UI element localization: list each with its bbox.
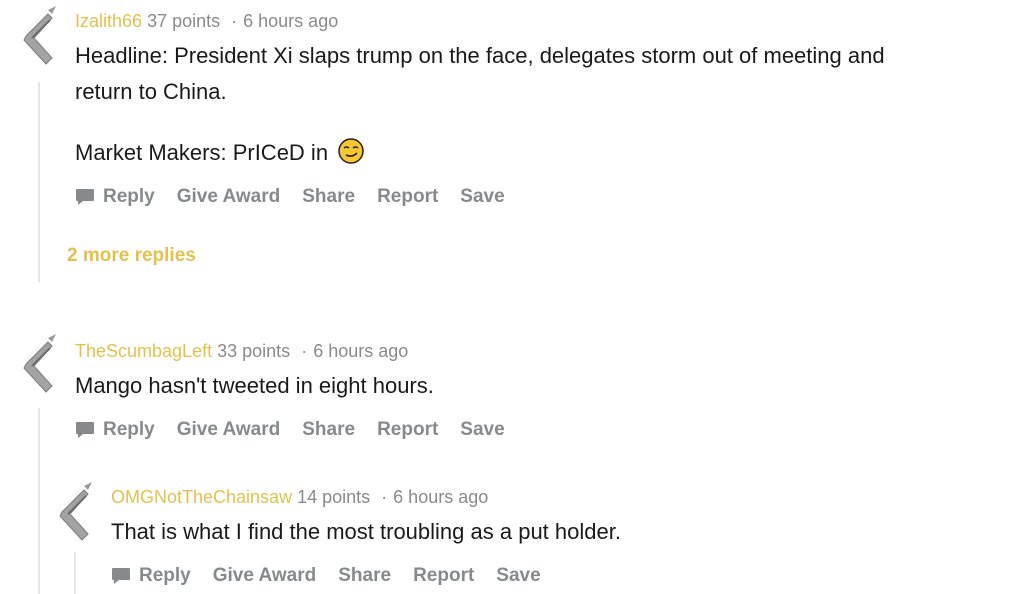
- comment-bubble-icon[interactable]: [111, 567, 131, 585]
- comment-author[interactable]: OMGNotTheChainsaw: [111, 487, 292, 507]
- comment-body-line: return to China.: [75, 79, 227, 104]
- report-button[interactable]: Report: [377, 418, 438, 442]
- avatar-icon[interactable]: [22, 334, 58, 398]
- comment-body-line: That is what I find the most troubling a…: [111, 519, 621, 544]
- thread-line[interactable]: [38, 82, 40, 282]
- report-button[interactable]: Report: [377, 185, 438, 209]
- give-award-button[interactable]: Give Award: [177, 185, 281, 209]
- comment-time[interactable]: 6 hours ago: [313, 341, 408, 361]
- save-button[interactable]: Save: [496, 564, 540, 588]
- share-button[interactable]: Share: [338, 564, 391, 588]
- comment-time[interactable]: 6 hours ago: [393, 487, 488, 507]
- comment-body-line: Mango hasn't tweeted in eight hours.: [75, 373, 434, 398]
- share-button[interactable]: Share: [302, 185, 355, 209]
- comment-points: 14 points: [297, 487, 371, 507]
- comment-header: Izalith66 37 points · 6 hours ago: [75, 10, 338, 32]
- reply-button[interactable]: Reply: [103, 418, 155, 442]
- share-button[interactable]: Share: [302, 418, 355, 442]
- comment-time[interactable]: 6 hours ago: [243, 11, 338, 31]
- thread-line[interactable]: [38, 408, 40, 594]
- comment-header: OMGNotTheChainsaw 14 points · 6 hours ago: [111, 486, 488, 508]
- meta-separator: ·: [231, 11, 238, 31]
- comment-actions: Reply Give Award Share Report Save: [75, 418, 527, 442]
- comment-bubble-icon[interactable]: [75, 421, 95, 439]
- comment-points: 33 points: [217, 341, 291, 361]
- comment-author[interactable]: Izalith66: [75, 11, 142, 31]
- comment-actions: Reply Give Award Share Report Save: [111, 564, 563, 588]
- reply-button[interactable]: Reply: [103, 185, 155, 209]
- report-button[interactable]: Report: [413, 564, 474, 588]
- comment-bubble-icon[interactable]: [75, 188, 95, 206]
- comment-points: 37 points: [147, 11, 221, 31]
- comment-actions: Reply Give Award Share Report Save: [75, 185, 527, 209]
- comment-body-line: Headline: President Xi slaps trump on th…: [75, 43, 885, 68]
- save-button[interactable]: Save: [460, 418, 504, 442]
- more-replies-link[interactable]: 2 more replies: [67, 245, 196, 267]
- save-button[interactable]: Save: [460, 185, 504, 209]
- avatar-icon[interactable]: [22, 6, 58, 70]
- give-award-button[interactable]: Give Award: [213, 564, 317, 588]
- reply-button[interactable]: Reply: [139, 564, 191, 588]
- comment-body-text: Market Makers: PrICeD in: [75, 140, 329, 165]
- comment-header: TheScumbagLeft 33 points · 6 hours ago: [75, 340, 408, 362]
- avatar-icon[interactable]: [58, 482, 94, 546]
- comment-author[interactable]: TheScumbagLeft: [75, 341, 212, 361]
- smirk-emoji-icon: [338, 138, 364, 164]
- give-award-button[interactable]: Give Award: [177, 418, 281, 442]
- meta-separator: ·: [381, 487, 388, 507]
- meta-separator: ·: [301, 341, 308, 361]
- thread-line[interactable]: [74, 552, 76, 594]
- comment-body-line: Market Makers: PrICeD in: [75, 135, 364, 171]
- comment-thread: Izalith66 37 points · 6 hours ago Headlin…: [0, 0, 1024, 594]
